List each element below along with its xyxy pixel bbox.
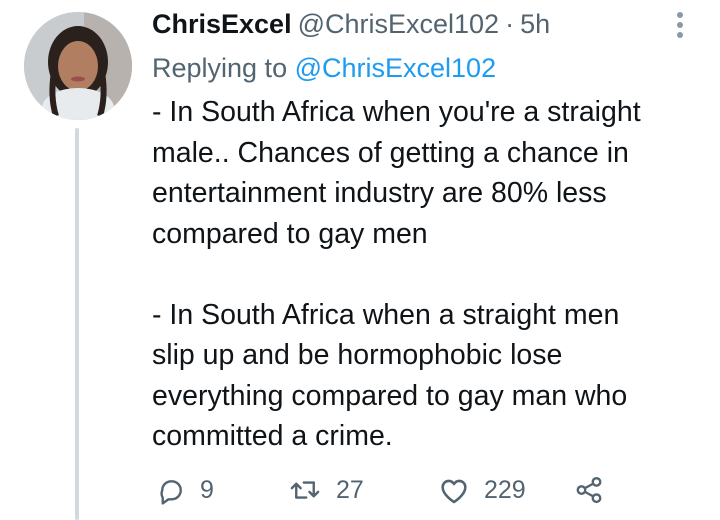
- tweet-paragraph-1: - In South Africa when you're a straight…: [152, 92, 702, 254]
- tweet-line: - In South Africa when a straight men: [152, 298, 620, 331]
- tweet-line: everything compared to gay man who: [152, 379, 628, 412]
- like-button[interactable]: 229: [438, 470, 526, 510]
- replying-to: Replying to @ChrisExcel102: [152, 50, 496, 86]
- tweet-line: compared to gay men: [152, 217, 428, 250]
- tweet-header: ChrisExcel @ChrisExcel102 · 5h: [152, 6, 550, 42]
- tweet-line: male.. Chances of getting a chance in: [152, 136, 629, 169]
- retweet-icon: [290, 481, 320, 499]
- share-icon: [576, 476, 602, 504]
- avatar-image: [24, 12, 132, 120]
- thread-line: [75, 128, 79, 520]
- heart-icon: [441, 479, 467, 504]
- display-name[interactable]: ChrisExcel: [152, 9, 292, 39]
- timestamp[interactable]: 5h: [520, 9, 550, 39]
- action-bar: 9 27 229: [152, 470, 672, 510]
- tweet-paragraph-2: - In South Africa when a straight men sl…: [152, 295, 702, 457]
- tweet-line: - In South Africa when you're a straight: [152, 96, 641, 128]
- like-count: 229: [484, 475, 526, 504]
- reply-count: 9: [200, 475, 214, 504]
- separator-dot: ·: [505, 9, 515, 39]
- retweet-count: 27: [336, 475, 364, 504]
- tweet-line: slip up and be hormophobic lose: [152, 339, 563, 371]
- tweet-body: - In South Africa when you're a straight…: [152, 92, 702, 457]
- tweet[interactable]: ChrisExcel @ChrisExcel102 · 5h Replying to …: [0, 0, 720, 520]
- replying-handle-link[interactable]: @ChrisExcel102: [295, 53, 497, 83]
- share-button[interactable]: [574, 470, 604, 510]
- replying-prefix: Replying to: [152, 53, 288, 83]
- retweet-button[interactable]: 27: [288, 470, 364, 510]
- more-vertical-icon[interactable]: [670, 10, 690, 40]
- tweet-line: entertainment industry are 80% less: [152, 177, 607, 209]
- reply-icon: [160, 480, 182, 505]
- reply-button[interactable]: 9: [156, 470, 214, 510]
- avatar[interactable]: [24, 12, 132, 120]
- user-handle[interactable]: @ChrisExcel102: [298, 9, 500, 39]
- tweet-line: committed a crime.: [152, 420, 393, 452]
